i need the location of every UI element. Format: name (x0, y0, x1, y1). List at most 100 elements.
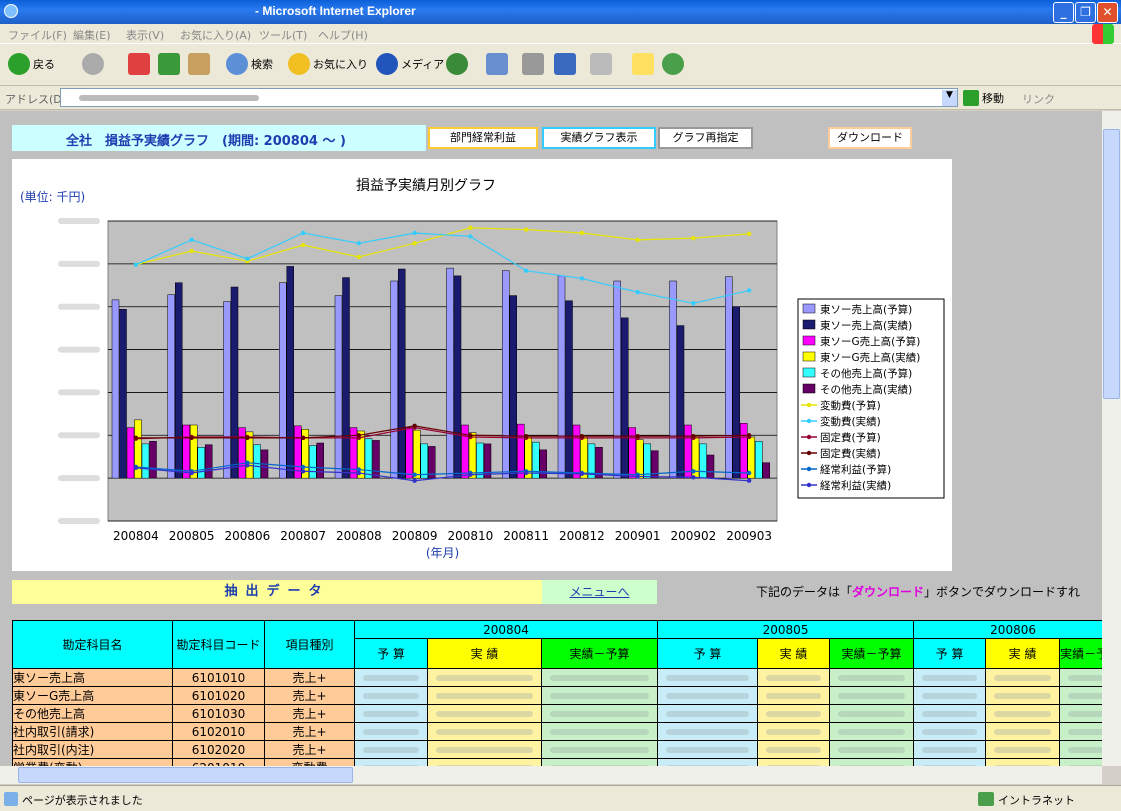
bar (461, 424, 469, 479)
menu-link[interactable]: メニューへ (542, 580, 657, 604)
back-button[interactable]: 戻る (8, 53, 55, 75)
table-row: その他売上高 6101030 売上+ (12, 704, 1102, 723)
address-url-redacted (79, 95, 259, 101)
vertical-scrollbar[interactable] (1102, 111, 1121, 766)
y-tick-label-redacted (58, 432, 100, 439)
forward-button[interactable] (82, 53, 104, 75)
bar (446, 267, 454, 479)
y-tick-label-redacted (58, 346, 100, 353)
stop-button[interactable] (128, 53, 150, 75)
series-point (133, 465, 139, 471)
redacted-value-cell (913, 722, 987, 741)
history-button[interactable] (446, 53, 468, 75)
bar (732, 306, 740, 479)
maximize-button[interactable]: ❐ (1075, 2, 1096, 23)
mail-button[interactable] (486, 53, 508, 75)
go-button[interactable]: 移動 (963, 90, 1004, 106)
menu-file[interactable]: ファイル(F) (8, 27, 67, 43)
sub-header-plan: 予 算 (354, 638, 428, 669)
download-button[interactable]: ダウンロード (828, 127, 912, 149)
redacted-value-cell (757, 722, 831, 741)
redacted-value (436, 746, 533, 753)
legend-marker (806, 466, 812, 472)
address-dropdown-icon[interactable]: ▼ (942, 90, 957, 106)
redacted-value-cell (829, 722, 915, 741)
bar (643, 443, 651, 479)
series-point (468, 234, 473, 239)
row-name: 社内取引(請求) (12, 722, 173, 741)
redacted-value-cell (427, 758, 542, 766)
redacted-value-cell (757, 668, 831, 687)
home-button[interactable] (188, 53, 210, 75)
media-button[interactable]: メディア (376, 53, 444, 75)
redacted-value (436, 674, 533, 681)
month-header: 200804 (353, 620, 659, 639)
bar (684, 424, 692, 479)
menu-view[interactable]: 表示(V) (126, 27, 164, 43)
row-name: その他売上高 (12, 704, 173, 723)
menu-edit[interactable]: 編集(E) (73, 27, 111, 43)
favorites-button[interactable]: お気に入り (288, 53, 368, 75)
menu-tools[interactable]: ツール(T) (259, 27, 307, 43)
redacted-value-cell (427, 704, 542, 723)
messenger-button[interactable] (662, 53, 684, 75)
go-label: 移動 (982, 92, 1004, 105)
back-label: 戻る (33, 58, 55, 71)
redacted-value-cell (354, 722, 428, 741)
redacted-value (838, 710, 906, 717)
bar (126, 427, 135, 479)
redacted-value-cell (913, 686, 987, 705)
edit-button[interactable] (554, 53, 576, 75)
redacted-value-cell (1059, 668, 1102, 687)
graph-respecify-button[interactable]: グラフ再指定 (658, 127, 753, 149)
links-label[interactable]: リンク (1022, 91, 1055, 107)
search-button[interactable]: 検索 (226, 53, 273, 75)
sticky-note-icon (632, 53, 654, 75)
menu-favorites[interactable]: お気に入り(A) (180, 27, 251, 43)
redacted-value (550, 728, 650, 735)
discuss-button[interactable] (590, 53, 612, 75)
notes-button[interactable] (632, 53, 654, 75)
x-tick-label: 200901 (615, 529, 661, 543)
table-row: 東ソーG売上高 6101020 売上+ (12, 686, 1102, 705)
menu-bar: ファイル(F) 編集(E) 表示(V) お気に入り(A) ツール(T) ヘルプ(… (0, 24, 1121, 44)
redacted-value-cell (354, 740, 428, 759)
legend-marker (806, 482, 812, 488)
redacted-value (666, 746, 750, 753)
refresh-button[interactable] (158, 53, 180, 75)
legend-marker (806, 418, 812, 424)
stop-icon (128, 53, 150, 75)
redacted-value-cell (913, 704, 987, 723)
series-point (300, 230, 306, 236)
bar (517, 423, 525, 479)
print-button[interactable] (522, 53, 544, 75)
redacted-value-cell (657, 758, 759, 766)
print-icon (522, 53, 544, 75)
redacted-value (994, 728, 1052, 735)
series-point (245, 463, 250, 468)
redacted-value-cell (540, 722, 659, 741)
window-titlebar: - Microsoft Internet Explorer _ ❐ ✕ (0, 0, 1121, 24)
vertical-scroll-thumb[interactable] (1103, 129, 1120, 399)
legend-label: 変動費(実績) (820, 415, 881, 428)
close-button[interactable]: ✕ (1097, 2, 1118, 23)
menu-help[interactable]: ヘルプ(H) (318, 27, 368, 43)
dept-profit-button[interactable]: 部門経常利益 (428, 127, 538, 149)
x-tick-label: 200806 (224, 529, 270, 543)
redacted-value (1068, 692, 1102, 699)
back-arrow-icon (8, 53, 30, 75)
bar (706, 454, 715, 479)
legend-label: 変動費(予算) (820, 399, 881, 412)
horizontal-scrollbar[interactable] (0, 766, 1102, 784)
sub-header-plan: 予 算 (657, 638, 759, 669)
row-kind: 売上+ (264, 668, 355, 687)
series-point (579, 230, 585, 236)
horizontal-scroll-thumb[interactable] (18, 767, 353, 783)
note-post: 」ボタンでダウンロードすれ (924, 585, 1081, 599)
actual-graph-button[interactable]: 実績グラフ表示 (542, 127, 656, 149)
address-input[interactable] (60, 88, 958, 107)
redacted-value (1068, 728, 1102, 735)
minimize-button[interactable]: _ (1053, 2, 1074, 23)
redacted-value-cell (829, 758, 915, 766)
refresh-icon (158, 53, 180, 75)
